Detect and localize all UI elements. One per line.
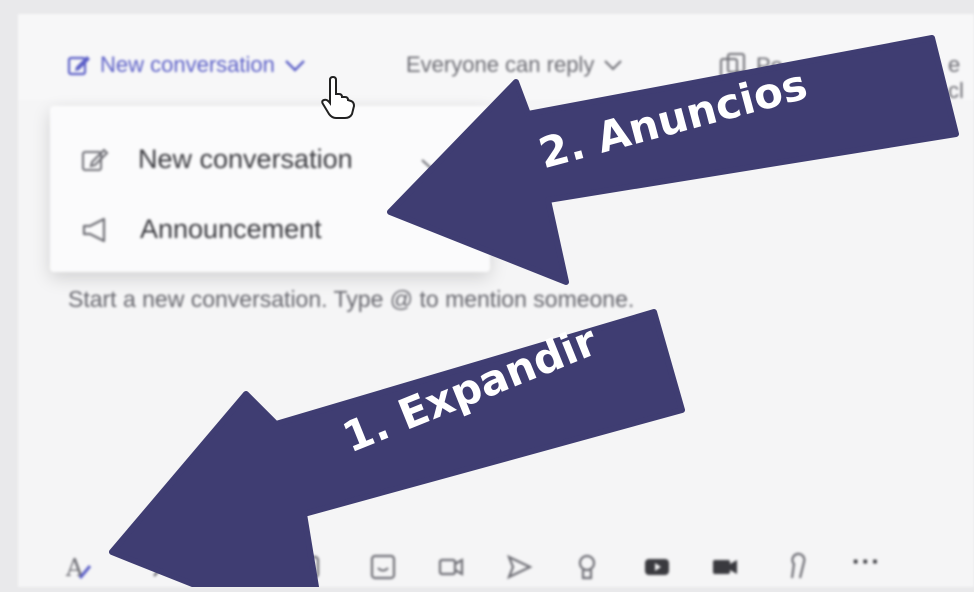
- arrow-2-annuncios: [387, 35, 959, 285]
- annotation-arrows: [109, 35, 959, 587]
